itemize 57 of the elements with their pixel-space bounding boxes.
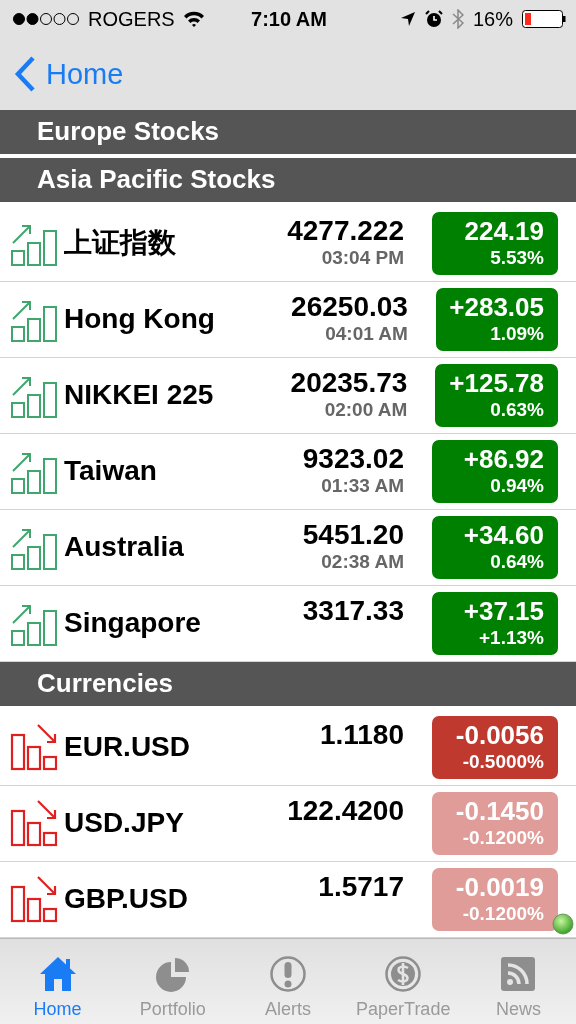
quote-time: 04:01 AM (325, 322, 408, 345)
tab[interactable]: Home (0, 938, 116, 1024)
change-badge: -0.0019 -0.1200% (432, 867, 558, 931)
market-name: Australia (64, 531, 185, 564)
price: 1.5717 (318, 870, 404, 903)
price: 4277.222 (287, 214, 404, 247)
price: 5451.20 (302, 518, 404, 551)
signal-icon (12, 12, 80, 27)
carrier-name: ROGERS (88, 7, 175, 31)
dollar-icon (384, 955, 423, 993)
location-icon (399, 11, 416, 28)
change-badge: -0.0056 -0.5000% (432, 715, 558, 779)
price: 26250.03 (291, 290, 408, 323)
tab[interactable]: Alerts (230, 938, 346, 1024)
clock: 7:10 AM (251, 7, 327, 31)
tab[interactable]: Portfolio (115, 938, 231, 1024)
tab[interactable]: News (460, 938, 576, 1024)
change-badge: +34.60 0.64% (432, 515, 558, 579)
alert-icon (269, 955, 307, 993)
quote-time: 01:33 AM (321, 474, 404, 497)
wifi-icon (182, 11, 205, 28)
pie-chart-icon (153, 955, 192, 993)
price: 3317.33 (302, 594, 404, 627)
indicator-dot-icon (552, 912, 574, 935)
change-badge: +125.78 0.63% (435, 363, 558, 427)
market-name: Hong Kong (64, 303, 215, 336)
battery-percent: 16% (472, 7, 513, 31)
quote-time: 02:38 AM (321, 550, 404, 573)
chart-down-icon (10, 875, 58, 924)
quote-time: 03:04 PM (321, 246, 404, 269)
market-name: GBP.USD (64, 883, 189, 916)
market-name: EUR.USD (64, 731, 191, 764)
change-badge: +283.05 1.09% (435, 287, 558, 351)
change-badge: 224.19 5.53% (432, 211, 558, 275)
rss-icon (499, 955, 538, 993)
market-name: Singapore (64, 607, 202, 640)
chart-down-icon (10, 723, 58, 772)
change-badge: +37.15 +1.13% (432, 591, 558, 655)
quote-time: 02:00 AM (324, 398, 408, 421)
back-button[interactable]: Home (14, 56, 124, 93)
market-name: Taiwan (64, 455, 158, 488)
change-badge: -0.1450 -0.1200% (432, 791, 558, 855)
tab[interactable]: PaperTrade (345, 938, 461, 1024)
market-name: USD.JPY (64, 807, 185, 840)
market-name: NIKKEI 225 (64, 379, 214, 412)
battery-icon (522, 10, 566, 29)
price: 20235.73 (290, 366, 408, 399)
market-name: 上证指数 (64, 226, 177, 261)
price: 122.4200 (287, 794, 404, 827)
home-icon (38, 955, 77, 993)
back-chevron-icon (14, 56, 36, 93)
bluetooth-icon (451, 9, 464, 30)
price: 9323.02 (302, 442, 404, 475)
price: 1.1180 (319, 718, 404, 751)
change-badge: +86.92 0.94% (432, 439, 558, 503)
alarm-icon (424, 10, 443, 29)
chart-down-icon (10, 799, 58, 848)
